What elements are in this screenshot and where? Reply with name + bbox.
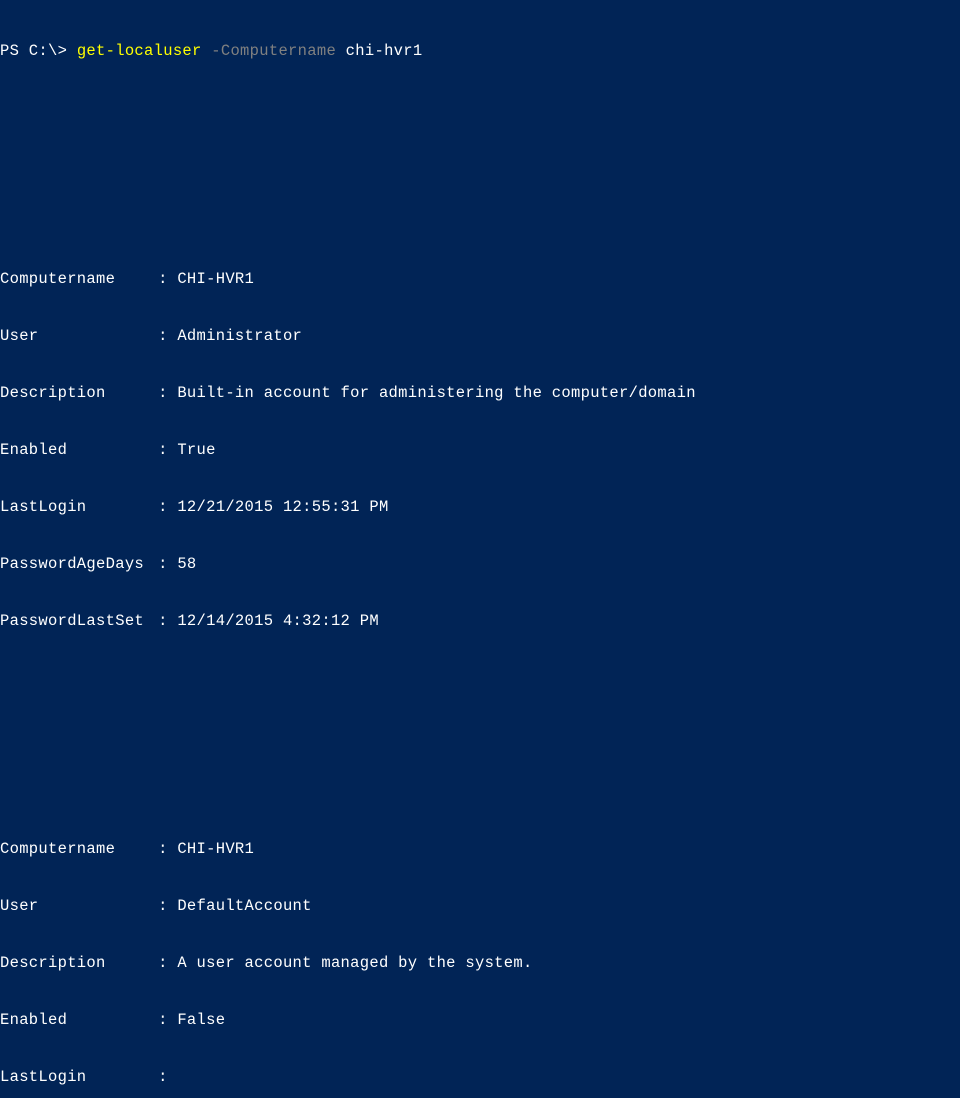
field-key: Description <box>0 954 158 973</box>
field-sep: : <box>158 384 177 403</box>
field-value: 12/21/2015 12:55:31 PM <box>177 498 388 517</box>
prompt-prefix: PS C:\> <box>0 42 77 60</box>
field-value: 12/14/2015 4:32:12 PM <box>177 612 379 631</box>
user-record: Computername: CHI-HVR1 User: Administrat… <box>0 232 960 669</box>
field-key: Enabled <box>0 1011 158 1030</box>
field-row: LastLogin: <box>0 1068 960 1087</box>
field-value: Built-in account for administering the c… <box>177 384 695 403</box>
field-sep: : <box>158 555 177 574</box>
field-key: Computername <box>0 840 158 859</box>
field-sep: : <box>158 1011 177 1030</box>
field-sep: : <box>158 498 177 517</box>
field-value: Administrator <box>177 327 302 346</box>
field-value: A user account managed by the system. <box>177 954 532 973</box>
blank-line <box>0 156 960 175</box>
field-key: User <box>0 327 158 346</box>
field-value: CHI-HVR1 <box>177 840 254 859</box>
field-value: DefaultAccount <box>177 897 311 916</box>
field-row: Enabled: True <box>0 441 960 460</box>
field-row: User: DefaultAccount <box>0 897 960 916</box>
field-key: Enabled <box>0 441 158 460</box>
field-sep: : <box>158 954 177 973</box>
field-sep: : <box>158 441 177 460</box>
field-key: PasswordLastSet <box>0 612 158 631</box>
field-sep: : <box>158 327 177 346</box>
field-row: Computername: CHI-HVR1 <box>0 270 960 289</box>
field-row: PasswordAgeDays: 58 <box>0 555 960 574</box>
field-row: LastLogin: 12/21/2015 12:55:31 PM <box>0 498 960 517</box>
field-row: Description: A user account managed by t… <box>0 954 960 973</box>
field-key: Description <box>0 384 158 403</box>
command-param: -Computername <box>202 42 336 60</box>
field-sep: : <box>158 270 177 289</box>
terminal-output[interactable]: PS C:\> get-localuser -Computername chi-… <box>0 4 960 1098</box>
field-value: 58 <box>177 555 196 574</box>
field-sep: : <box>158 1068 177 1087</box>
field-value: CHI-HVR1 <box>177 270 254 289</box>
user-record: Computername: CHI-HVR1 User: DefaultAcco… <box>0 802 960 1098</box>
field-row: Enabled: False <box>0 1011 960 1030</box>
field-row: Description: Built-in account for admini… <box>0 384 960 403</box>
command-arg: chi-hvr1 <box>336 42 422 60</box>
field-row: PasswordLastSet: 12/14/2015 4:32:12 PM <box>0 612 960 631</box>
field-sep: : <box>158 897 177 916</box>
field-key: PasswordAgeDays <box>0 555 158 574</box>
field-row: Computername: CHI-HVR1 <box>0 840 960 859</box>
field-value: True <box>177 441 215 460</box>
field-row: User: Administrator <box>0 327 960 346</box>
field-key: User <box>0 897 158 916</box>
field-key: Computername <box>0 270 158 289</box>
prompt-line: PS C:\> get-localuser -Computername chi-… <box>0 42 960 61</box>
blank-line <box>0 99 960 118</box>
command-name: get-localuser <box>77 42 202 60</box>
field-value: False <box>177 1011 225 1030</box>
field-key: LastLogin <box>0 1068 158 1087</box>
field-sep: : <box>158 840 177 859</box>
field-sep: : <box>158 612 177 631</box>
field-key: LastLogin <box>0 498 158 517</box>
blank-line <box>0 726 960 745</box>
